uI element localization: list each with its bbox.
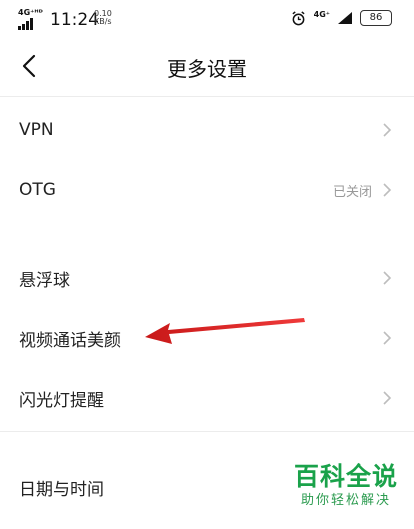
battery-indicator: 86 [360,10,392,26]
network-speed: 0.10 KB/s [94,10,112,26]
network-speed-unit: KB/s [94,17,112,26]
settings-group-2: 悬浮球 视频通话美颜 闪光灯提醒 [0,248,414,428]
chevron-right-icon [383,123,392,137]
page-title: 更多设置 [167,57,247,81]
row-label: VPN [19,120,54,140]
status-time: 11:24 [50,10,99,30]
chevron-right-icon [383,391,392,405]
status-bar: 4G⁺ᴴᴰ 11:24 0.10 KB/s 4G⁺ 86 [0,0,414,38]
otg-status: 已关闭 [332,184,372,200]
status-right-icons: 4G⁺ 86 [291,10,392,26]
settings-row-vpn[interactable]: VPN [0,100,414,160]
watermark-main-text: 百科全说 [293,462,398,491]
signal-icon-right [338,12,352,24]
settings-row-video-call-beauty[interactable]: 视频通话美颜 [0,308,414,368]
chevron-right-icon [383,271,392,285]
header: 更多设置 [0,38,414,96]
row-label: 悬浮球 [19,270,70,291]
chevron-right-icon [383,331,392,345]
alarm-icon [292,10,305,25]
settings-row-floating-ball[interactable]: 悬浮球 [0,248,414,308]
settings-row-otg[interactable]: OTG 已关闭 [0,160,414,220]
settings-row-flash-alert[interactable]: 闪光灯提醒 [0,368,414,428]
chevron-right-icon [383,183,392,197]
settings-group-1: VPN OTG 已关闭 [0,100,414,220]
group-divider [0,431,414,432]
watermark-logo: 百科全说 助你轻松解决 [288,462,404,510]
network-type-left: 4G⁺ᴴᴰ [18,8,43,17]
watermark-sub-text: 助你轻松解决 [300,493,391,508]
network-type-right: 4G⁺ [313,9,330,19]
row-label: 日期与时间 [19,479,104,500]
signal-icon [18,18,33,30]
row-label: 视频通话美颜 [19,330,121,351]
row-label: 闪光灯提醒 [19,390,104,411]
header-divider [0,96,414,97]
row-label: OTG [19,180,56,200]
